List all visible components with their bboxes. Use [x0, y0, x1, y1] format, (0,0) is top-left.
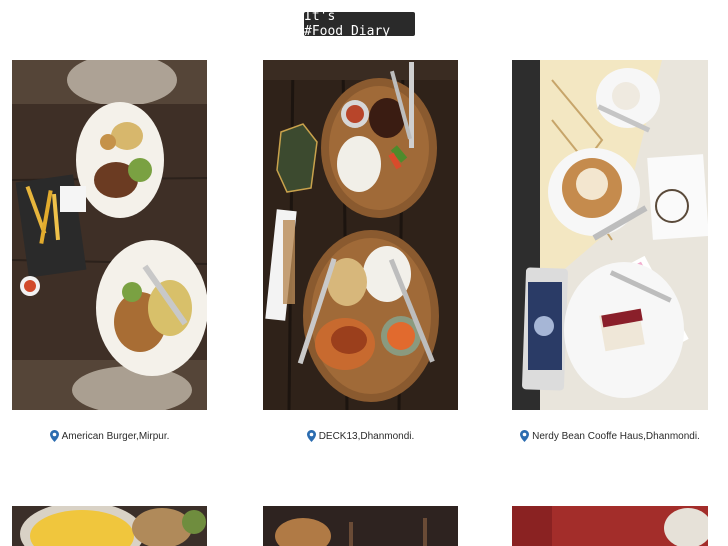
photo-red-interior	[512, 506, 708, 546]
map-marker-icon	[520, 430, 530, 442]
map-marker-icon	[306, 430, 316, 442]
location-label[interactable]: Nerdy Bean Cooffe Haus,Dhanmondi.	[532, 431, 700, 442]
gallery-photo-6[interactable]	[512, 506, 708, 546]
photo-yellow-rice	[12, 506, 207, 546]
photo-caption-2: DECK13,Dhanmondi.	[263, 428, 458, 444]
page-title: It's #Food_Diary	[304, 9, 415, 39]
map-marker-icon	[49, 430, 59, 442]
photo-caption-1: American Burger,Mirpur.	[12, 428, 207, 444]
gallery-photo-3[interactable]	[512, 60, 708, 410]
gallery-photo-5[interactable]	[263, 506, 458, 546]
photo-burger-dark	[263, 506, 458, 546]
photo-caption-3: Nerdy Bean Cooffe Haus,Dhanmondi.	[512, 428, 708, 444]
location-label[interactable]: DECK13,Dhanmondi.	[319, 431, 415, 442]
photo-burger-plates	[12, 60, 207, 410]
gallery-photo-2[interactable]	[263, 60, 458, 410]
gallery-photo-1[interactable]	[12, 60, 207, 410]
photo-coffee-cake	[512, 60, 708, 410]
location-label[interactable]: American Burger,Mirpur.	[62, 431, 170, 442]
photo-steak-rice	[263, 60, 458, 410]
gallery-photo-4[interactable]	[12, 506, 207, 546]
